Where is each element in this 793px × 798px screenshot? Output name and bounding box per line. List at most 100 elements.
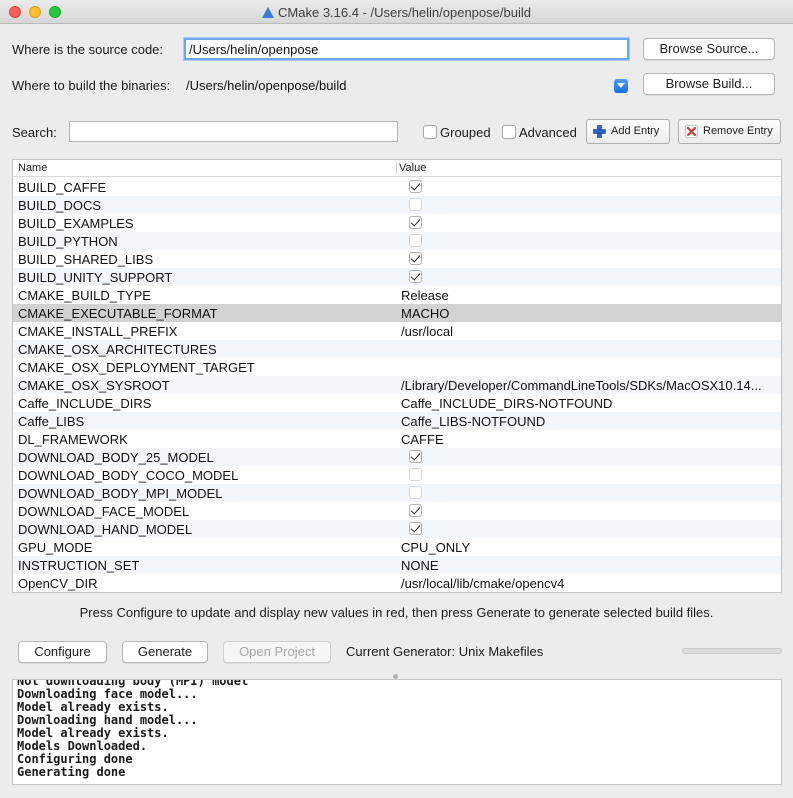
row-value[interactable]: Caffe_INCLUDE_DIRS-NOTFOUND	[401, 396, 779, 411]
progress-bar	[682, 648, 782, 654]
remove-icon	[685, 125, 698, 138]
advanced-checkbox[interactable]	[502, 125, 516, 139]
add-icon	[593, 125, 606, 138]
table-row[interactable]: GPU_MODE CPU_ONLY	[13, 538, 781, 556]
row-name: OpenCV_DIR	[18, 576, 98, 591]
grouped-checkbox[interactable]	[423, 125, 437, 139]
column-separator	[396, 162, 397, 174]
row-value[interactable]: CAFFE	[401, 432, 779, 447]
table-row[interactable]: DL_FRAMEWORK CAFFE	[13, 430, 781, 448]
row-name: BUILD_UNITY_SUPPORT	[18, 270, 173, 285]
row-value[interactable]: /usr/local/lib/cmake/opencv4	[401, 576, 779, 591]
table-row[interactable]: DOWNLOAD_BODY_25_MODEL	[13, 448, 781, 466]
output-log[interactable]: Not downloading body (MPI) model Download…	[12, 679, 782, 785]
row-value-checkbox[interactable]	[409, 216, 422, 229]
cmake-logo-icon	[262, 7, 275, 18]
generate-button[interactable]: Generate	[122, 641, 208, 663]
column-header-value[interactable]: Value	[399, 162, 426, 174]
table-row[interactable]: DOWNLOAD_HAND_MODEL	[13, 520, 781, 538]
row-value-checkbox[interactable]	[409, 468, 422, 481]
browse-source-button[interactable]: Browse Source...	[643, 38, 775, 60]
table-body: BUILD_CAFFE BUILD_DOCS BUILD_EXAMPLES BUILD…	[13, 178, 781, 592]
output-line: Generating done	[17, 765, 126, 779]
table-row[interactable]: Caffe_INCLUDE_DIRS Caffe_INCLUDE_DIRS-NOT…	[13, 394, 781, 412]
row-value-checkbox[interactable]	[409, 486, 422, 499]
row-value-checkbox[interactable]	[409, 450, 422, 463]
current-generator-label: Current Generator: Unix Makefiles	[346, 644, 544, 659]
table-row[interactable]: DOWNLOAD_BODY_MPI_MODEL	[13, 484, 781, 502]
window-title: CMake 3.16.4 - /Users/helin/openpose/bui…	[278, 5, 531, 20]
row-value-checkbox[interactable]	[409, 504, 422, 517]
table-row[interactable]: CMAKE_OSX_DEPLOYMENT_TARGET	[13, 358, 781, 376]
column-header-name[interactable]: Name	[18, 162, 47, 174]
row-name: INSTRUCTION_SET	[18, 558, 140, 573]
table-row[interactable]: CMAKE_EXECUTABLE_FORMAT MACHO	[13, 304, 781, 322]
row-value-checkbox[interactable]	[409, 522, 422, 535]
row-value[interactable]: /usr/local	[401, 324, 779, 339]
table-row[interactable]: Caffe_LIBS Caffe_LIBS-NOTFOUND	[13, 412, 781, 430]
remove-entry-button[interactable]: Remove Entry	[678, 119, 781, 144]
grouped-label: Grouped	[440, 125, 491, 140]
configure-hint-text: Press Configure to update and display ne…	[79, 605, 714, 620]
row-value-checkbox[interactable]	[409, 270, 422, 283]
table-row[interactable]: CMAKE_BUILD_TYPE Release	[13, 286, 781, 304]
row-name: CMAKE_BUILD_TYPE	[18, 288, 151, 303]
build-path-combo[interactable]: /Users/helin/openpose/build	[186, 78, 346, 93]
source-path-input[interactable]	[184, 38, 629, 60]
cache-table[interactable]: Name Value BUILD_CAFFE BUILD_DOCS BUILD_EX…	[12, 159, 782, 593]
table-row[interactable]: DOWNLOAD_FACE_MODEL	[13, 502, 781, 520]
table-row[interactable]: BUILD_EXAMPLES	[13, 214, 781, 232]
row-value[interactable]: MACHO	[401, 306, 779, 321]
output-lines: Not downloading body (MPI) model Download…	[17, 680, 248, 779]
table-row[interactable]: DOWNLOAD_BODY_COCO_MODEL	[13, 466, 781, 484]
row-value-checkbox[interactable]	[409, 252, 422, 265]
row-name: DOWNLOAD_FACE_MODEL	[18, 504, 190, 519]
add-entry-button[interactable]: Add Entry	[586, 119, 670, 144]
row-value-checkbox[interactable]	[409, 180, 422, 193]
row-value[interactable]: NONE	[401, 558, 779, 573]
row-name: Caffe_LIBS	[18, 414, 85, 429]
row-name: DOWNLOAD_BODY_COCO_MODEL	[18, 468, 239, 483]
table-row[interactable]: CMAKE_OSX_SYSROOT/Library/Developer/Comm…	[13, 376, 781, 394]
row-name: BUILD_SHARED_LIBS	[18, 252, 154, 267]
cmake-window: CMake 3.16.4 - /Users/helin/openpose/bui…	[0, 0, 793, 798]
row-name: BUILD_CAFFE	[18, 180, 107, 195]
row-name: DL_FRAMEWORK	[18, 432, 128, 447]
row-name: DOWNLOAD_HAND_MODEL	[18, 522, 193, 537]
row-value[interactable]: /Library/Developer/CommandLineTools/SDKs…	[401, 378, 779, 393]
row-name: Caffe_INCLUDE_DIRS	[18, 396, 152, 411]
window-title-container: CMake 3.16.4 - /Users/helin/openpose/bui…	[0, 5, 793, 20]
row-name: BUILD_EXAMPLES	[18, 216, 134, 231]
row-name: DOWNLOAD_BODY_25_MODEL	[18, 450, 214, 465]
table-row[interactable]: INSTRUCTION_SET NONE	[13, 556, 781, 574]
advanced-label: Advanced	[519, 125, 577, 140]
row-name: CMAKE_OSX_SYSROOT	[18, 378, 170, 393]
row-name: DOWNLOAD_BODY_MPI_MODEL	[18, 486, 223, 501]
table-row[interactable]: BUILD_CAFFE	[13, 178, 781, 196]
table-row[interactable]: OpenCV_DIR/usr/local/lib/cmake/opencv4	[13, 574, 781, 592]
table-row[interactable]: BUILD_UNITY_SUPPORT	[13, 268, 781, 286]
table-row[interactable]: CMAKE_OSX_ARCHITECTURES	[13, 340, 781, 358]
table-row[interactable]: BUILD_PYTHON	[13, 232, 781, 250]
row-name: CMAKE_INSTALL_PREFIX	[18, 324, 178, 339]
build-path-dropdown-icon[interactable]	[614, 79, 628, 93]
table-row[interactable]: CMAKE_INSTALL_PREFIX/usr/local	[13, 322, 781, 340]
table-header: Name Value	[13, 160, 781, 177]
build-label: Where to build the binaries:	[12, 78, 171, 93]
row-value-checkbox[interactable]	[409, 234, 422, 247]
table-row[interactable]: BUILD_DOCS	[13, 196, 781, 214]
row-value-checkbox[interactable]	[409, 198, 422, 211]
row-value[interactable]: CPU_ONLY	[401, 540, 779, 555]
configure-button[interactable]: Configure	[18, 641, 107, 663]
row-value[interactable]: Caffe_LIBS-NOTFOUND	[401, 414, 779, 429]
title-bar: CMake 3.16.4 - /Users/helin/openpose/bui…	[0, 0, 793, 24]
search-label: Search:	[12, 125, 57, 140]
row-name: CMAKE_OSX_DEPLOYMENT_TARGET	[18, 360, 255, 375]
row-value[interactable]: Release	[401, 288, 779, 303]
search-input[interactable]	[69, 121, 398, 142]
table-row[interactable]: BUILD_SHARED_LIBS	[13, 250, 781, 268]
add-entry-label: Add Entry	[611, 125, 660, 137]
source-label: Where is the source code:	[12, 42, 164, 57]
browse-build-button[interactable]: Browse Build...	[643, 73, 775, 95]
open-project-button[interactable]: Open Project	[223, 641, 331, 663]
